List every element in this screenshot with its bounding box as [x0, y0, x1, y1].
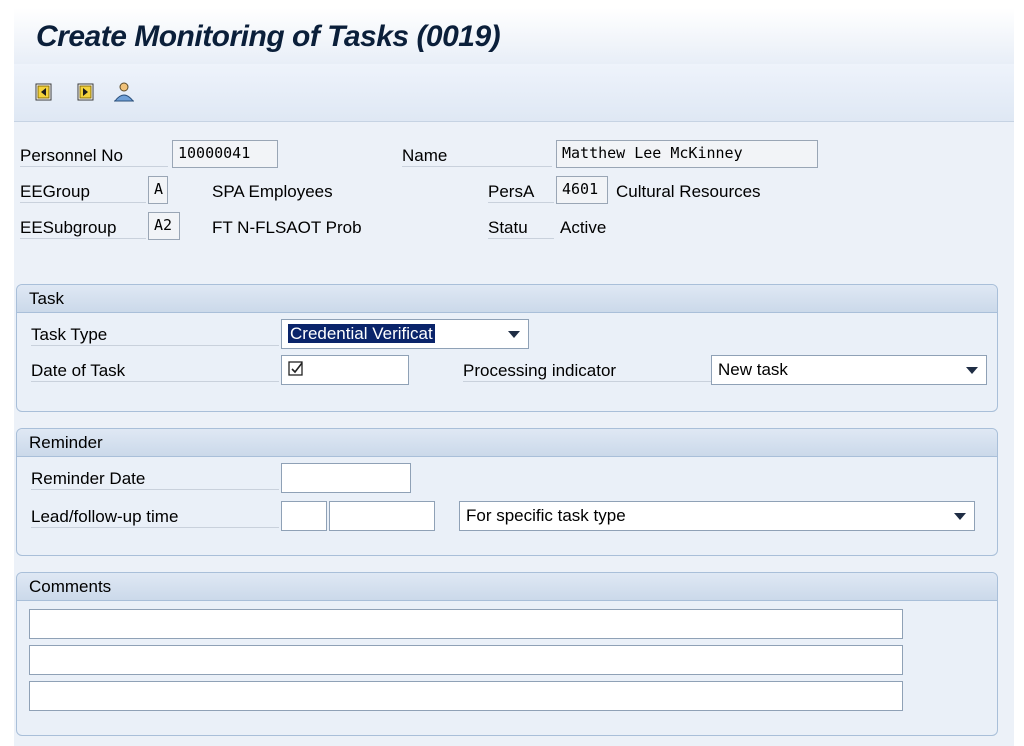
content-area: Personnel No 10000041 Name Matthew Lee M…	[14, 122, 1014, 746]
name-field: Matthew Lee McKinney	[556, 140, 818, 168]
persa-field: 4601	[556, 176, 608, 204]
lead-time-type-dropdown[interactable]: For specific task type	[459, 501, 975, 531]
task-group: Task Task Type Credential Verificat Date…	[16, 284, 998, 412]
chevron-down-icon[interactable]	[954, 513, 966, 520]
date-of-task-label: Date of Task	[31, 361, 279, 382]
person-icon[interactable]	[112, 80, 136, 104]
eegroup-text: SPA Employees	[212, 182, 333, 201]
lead-time-unit-input[interactable]	[329, 501, 435, 531]
task-group-title: Task	[17, 285, 997, 313]
persa-label: PersA	[488, 182, 554, 203]
lead-follow-up-label: Lead/follow-up time	[31, 507, 279, 528]
page-title: Create Monitoring of Tasks (0019)	[36, 20, 501, 53]
status-label: Statu	[488, 218, 554, 239]
reminder-date-input[interactable]	[281, 463, 411, 493]
previous-record-icon[interactable]	[32, 80, 56, 104]
status-text: Active	[560, 218, 607, 237]
comment-line-2[interactable]	[29, 645, 903, 675]
lead-time-type-value: For specific task type	[466, 506, 626, 525]
chevron-down-icon[interactable]	[508, 331, 520, 338]
reminder-date-label: Reminder Date	[31, 469, 279, 490]
toolbar	[14, 64, 1014, 122]
task-type-dropdown[interactable]: Credential Verificat	[281, 319, 529, 349]
name-label: Name	[402, 146, 552, 167]
task-type-label: Task Type	[31, 325, 279, 346]
comments-group: Comments	[16, 572, 998, 736]
processing-indicator-value: New task	[718, 360, 788, 379]
comment-line-3[interactable]	[29, 681, 903, 711]
lead-time-input[interactable]	[281, 501, 327, 531]
comment-line-1[interactable]	[29, 609, 903, 639]
reminder-group-title: Reminder	[17, 429, 997, 457]
chevron-down-icon[interactable]	[966, 367, 978, 374]
eesubgroup-text: FT N-FLSAOT Prob	[212, 218, 362, 237]
comments-group-title: Comments	[17, 573, 997, 601]
date-of-task-input[interactable]	[281, 355, 409, 385]
personnel-no-label: Personnel No	[20, 146, 168, 167]
reminder-group: Reminder Reminder Date Lead/follow-up ti…	[16, 428, 998, 556]
title-bar: Create Monitoring of Tasks (0019)	[14, 8, 1014, 64]
eesubgroup-field: A2	[148, 212, 180, 240]
next-record-icon[interactable]	[74, 80, 98, 104]
eegroup-label: EEGroup	[20, 182, 146, 203]
processing-indicator-dropdown[interactable]: New task	[711, 355, 987, 385]
eesubgroup-label: EESubgroup	[20, 218, 146, 239]
persa-text: Cultural Resources	[616, 182, 761, 201]
personnel-no-field: 10000041	[172, 140, 278, 168]
processing-indicator-label: Processing indicator	[463, 361, 711, 382]
checkbox-icon	[288, 361, 303, 376]
task-type-value: Credential Verificat	[288, 324, 435, 343]
eegroup-field: A	[148, 176, 168, 204]
